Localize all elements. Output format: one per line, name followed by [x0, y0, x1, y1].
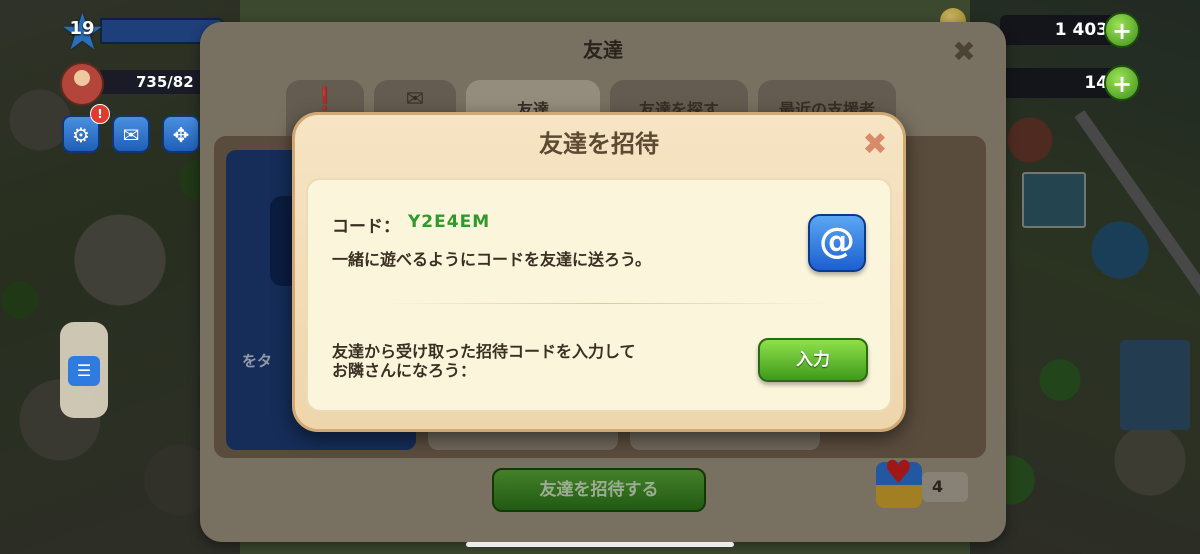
code-description: 一緒に遊べるようにコードを友達に送ろう。	[332, 250, 652, 269]
banknotes-counter: 14	[1000, 68, 1120, 98]
divider	[380, 303, 830, 304]
chat-bubble-icon[interactable]: ☰	[68, 356, 100, 386]
code-label: コード：	[332, 217, 400, 237]
enter-code-description-line2: お隣さんになろう：	[332, 361, 477, 380]
move-arrows-icon[interactable]: ✥	[162, 115, 200, 153]
mail-icon[interactable]: ✉	[112, 115, 150, 153]
enter-code-button[interactable]: 入力	[758, 338, 868, 382]
add-banknotes-button[interactable]: +	[1104, 65, 1140, 101]
notification-badge: !	[90, 104, 110, 124]
close-icon[interactable]: ✖	[860, 130, 890, 160]
modal-title: 友達を招待	[539, 130, 659, 158]
enter-code-description-line1: 友達から受け取った招待コードを入力して	[332, 342, 636, 361]
population-counter: 735/82	[100, 70, 210, 94]
enter-code-description: 友達から受け取った招待コードを入力して お隣さんになろう：	[332, 342, 712, 380]
share-at-icon[interactable]: @	[808, 214, 866, 272]
game-screen: ★ 19 735/82 ⚙ ✉ ✥ ! ☰ 1 403 + 14 + 友達 ✖ …	[0, 0, 1200, 554]
level-number: 19	[69, 18, 95, 39]
invite-code-value: Y2E4EM	[408, 212, 491, 232]
add-coins-button[interactable]: +	[1104, 12, 1140, 48]
coins-counter: 1 403	[1000, 15, 1120, 45]
avatar[interactable]	[60, 62, 104, 106]
home-indicator[interactable]	[466, 542, 734, 547]
